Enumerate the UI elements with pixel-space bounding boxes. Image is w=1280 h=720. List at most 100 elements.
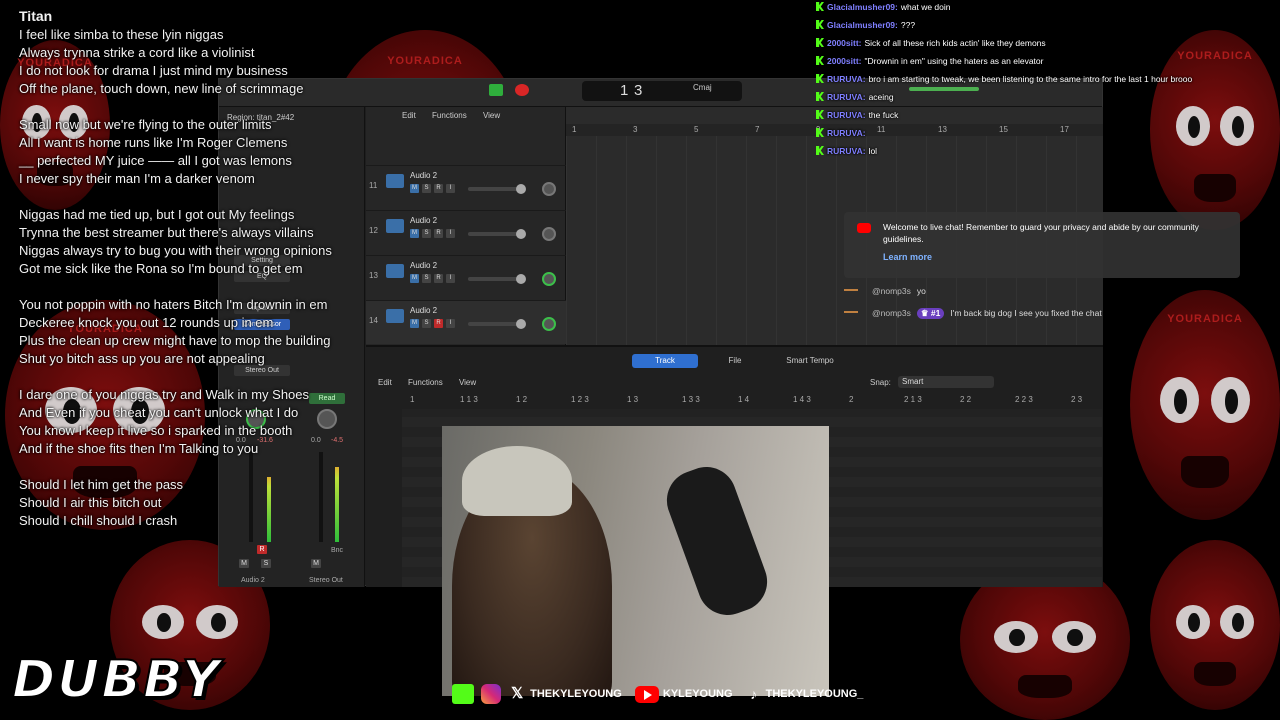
chat-message: 2000sitt: "Drownin in em" using the hater… <box>816 54 1280 72</box>
socials-bar: 𝕏 THEKYLEYOUNG KYLEYOUNG ♪ THEKYLEYOUNG_ <box>452 684 873 706</box>
reply-arrow-icon <box>844 310 858 317</box>
waveform-icon <box>386 264 404 278</box>
lyric-line: __ perfected MY juice —— all I got was l… <box>19 153 292 168</box>
chat-message: RURUVA: aceing <box>816 90 1280 108</box>
editor-tabs: Track File Smart Tempo <box>632 354 848 368</box>
snap-select[interactable]: Smart <box>898 376 994 388</box>
view-menu[interactable]: View <box>459 378 476 387</box>
solo-button[interactable]: S <box>422 184 431 193</box>
mute-button-out[interactable]: M <box>311 559 321 568</box>
mute-button[interactable]: M <box>410 229 419 238</box>
lyrics-stanza: You not poppin with no haters Bitch I'm … <box>19 296 379 368</box>
kick-badge-icon <box>816 92 824 101</box>
pan-knob[interactable] <box>542 182 556 196</box>
tiktok-handle: THEKYLEYOUNG_ <box>765 688 864 700</box>
lyric-line: And Even if you cheat you can't unlock w… <box>19 405 299 420</box>
pan-knob[interactable] <box>542 272 556 286</box>
mute-button[interactable]: M <box>410 319 419 328</box>
volume-knob[interactable] <box>516 319 526 329</box>
volume-slider[interactable] <box>468 277 523 281</box>
strip-name-right: Stereo Out <box>309 577 343 584</box>
lyric-line: I feel like simba to these lyin niggas <box>19 27 224 42</box>
live-chat-welcome: Welcome to live chat! Remember to guard … <box>844 212 1240 278</box>
mute-button[interactable]: M <box>239 559 249 568</box>
lyric-line: And if the shoe fits then I'm Talking to… <box>19 441 259 456</box>
kick-badge-icon <box>816 110 824 119</box>
chat-message: RURUVA: the fuck <box>816 108 1280 126</box>
x-handle: THEKYLEYOUNG <box>530 688 622 700</box>
edit-menu[interactable]: Edit <box>378 378 392 387</box>
track-menubar: Edit Functions View <box>402 111 514 127</box>
kick-badge-icon <box>816 146 824 155</box>
instagram-icon <box>481 684 502 704</box>
tiktok-icon: ♪ <box>750 686 758 702</box>
chat-message: RURUVA: lol <box>816 144 1280 162</box>
track-row[interactable]: 13 Audio 2 MSRI <box>366 255 566 299</box>
solo-button[interactable]: S <box>422 274 431 283</box>
chat-message: Glacialmusher09: what we doin <box>816 0 1280 18</box>
editor-ruler[interactable]: 1 1 1 3 1 2 1 2 3 1 3 1 3 3 1 4 1 4 3 2 … <box>402 395 1102 407</box>
solo-button[interactable]: S <box>422 319 431 328</box>
play-button[interactable] <box>489 84 503 96</box>
volume-slider[interactable] <box>468 322 523 326</box>
pan-knob[interactable] <box>542 317 556 331</box>
snap-label: Snap: <box>870 378 891 387</box>
lyric-line: I dare one of you niggas try and Walk in… <box>19 387 310 402</box>
functions-menu[interactable]: Functions <box>432 111 467 120</box>
lyric-line: You not poppin with no haters Bitch I'm … <box>19 297 328 312</box>
record-button[interactable]: R <box>434 274 443 283</box>
streamer-cap <box>462 446 572 516</box>
lyric-line: Off the plane, touch down, new line of s… <box>19 81 304 96</box>
pan-knob[interactable] <box>542 227 556 241</box>
bounce-label: Bnc <box>331 547 344 554</box>
mute-button[interactable]: M <box>410 274 419 283</box>
record-button[interactable]: R <box>434 184 443 193</box>
record-button[interactable]: R <box>434 319 443 328</box>
view-menu[interactable]: View <box>483 111 500 120</box>
solo-button[interactable]: S <box>422 229 431 238</box>
lyric-line: Should I let him get the pass <box>19 477 184 492</box>
lyric-line: Trynna the best streamer but there's alw… <box>19 225 314 240</box>
kick-chat: Glacialmusher09: what we doin Glacialmush… <box>816 0 1280 162</box>
member-badge: ♛ #1 <box>916 308 945 319</box>
lyrics-title: Titan <box>19 8 53 24</box>
tab-smart-tempo[interactable]: Smart Tempo <box>772 354 848 368</box>
record-button[interactable] <box>515 84 529 96</box>
lcd-bar: 1 <box>620 82 629 99</box>
yt-chat-message: @nomp3s yo <box>844 286 926 296</box>
track-row[interactable]: 11 Audio 2 MSRI <box>366 165 566 209</box>
record-button[interactable]: R <box>434 229 443 238</box>
track-row[interactable]: 12 Audio 2 MSRI <box>366 210 566 254</box>
volume-slider[interactable] <box>468 187 523 191</box>
lyric-line: Should I air this bitch out <box>19 495 162 510</box>
lyric-line: Small now but we're flying to the outer … <box>19 117 272 132</box>
functions-menu[interactable]: Functions <box>408 378 443 387</box>
waveform-icon <box>386 174 404 188</box>
learn-more-link[interactable]: Learn more <box>883 252 932 262</box>
input-button[interactable]: I <box>446 229 455 238</box>
lyric-line: Shut yo bitch ass up you are not appeali… <box>19 351 265 366</box>
input-button[interactable]: I <box>446 184 455 193</box>
microphone <box>658 458 776 624</box>
input-button[interactable]: I <box>446 319 455 328</box>
youtube-handle: KYLEYOUNG <box>662 688 733 700</box>
volume-slider[interactable] <box>468 232 523 236</box>
lyrics-stanza: Niggas had me tied up, but I got out My … <box>19 206 379 278</box>
track-row[interactable]: 14 Audio 2 MSRI <box>366 300 566 344</box>
x-icon: 𝕏 <box>511 685 524 702</box>
kick-badge-icon <box>816 128 824 137</box>
welcome-text: Welcome to live chat! Remember to guard … <box>883 222 1199 244</box>
lyric-line: Got me sick like the Rona so I'm bound t… <box>19 261 303 276</box>
lyric-line: Should I chill should I crash <box>19 513 178 528</box>
mute-button[interactable]: M <box>410 184 419 193</box>
solo-button[interactable]: S <box>261 559 271 568</box>
lyric-line: All I want is home runs like I'm Roger C… <box>19 135 288 150</box>
tab-file[interactable]: File <box>702 354 768 368</box>
volume-knob[interactable] <box>516 274 526 284</box>
tab-track[interactable]: Track <box>632 354 698 368</box>
volume-knob[interactable] <box>516 229 526 239</box>
edit-menu[interactable]: Edit <box>402 111 416 120</box>
volume-knob[interactable] <box>516 184 526 194</box>
input-button[interactable]: I <box>446 274 455 283</box>
chat-message: RURUVA: bro i am starting to tweak, we be… <box>816 72 1280 90</box>
